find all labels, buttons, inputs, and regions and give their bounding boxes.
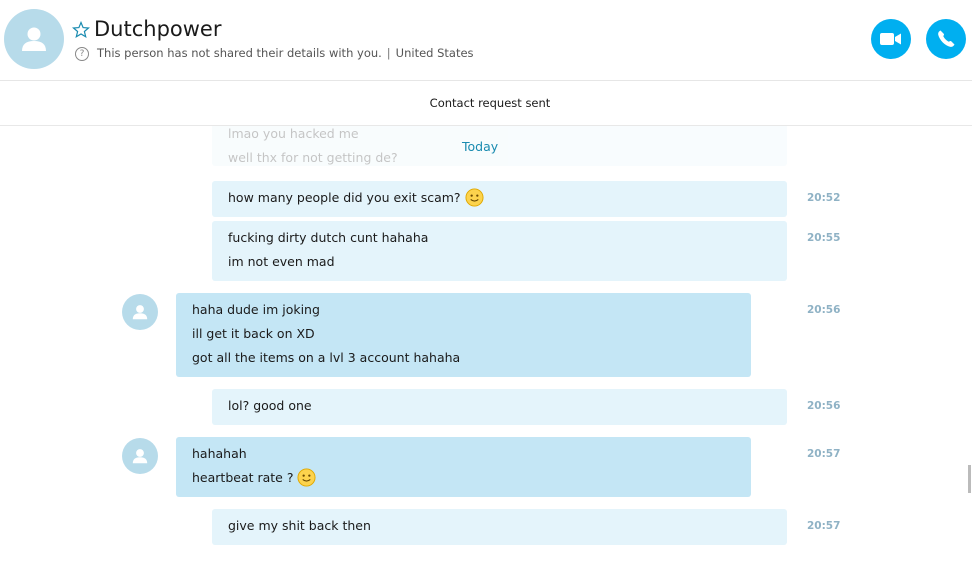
message-bubble[interactable]: lol? good one: [212, 389, 787, 425]
contact-request-notice: Contact request sent: [0, 81, 972, 126]
contact-avatar-small[interactable]: [122, 438, 158, 474]
message-text: haha dude im joking: [192, 302, 320, 317]
person-icon: [132, 305, 148, 320]
video-camera-icon: [880, 33, 901, 45]
message-time: 20:57: [807, 448, 841, 460]
conversation-header: Dutchpower ? This person has not shared …: [0, 0, 972, 81]
message-time: 20:55: [807, 232, 841, 244]
date-divider: Today: [462, 139, 499, 154]
help-icon[interactable]: ?: [75, 47, 89, 61]
person-icon: [132, 449, 148, 464]
message-bubble[interactable]: give my shit back then: [212, 509, 787, 545]
faded-line: well thx for not getting de?: [228, 150, 398, 165]
chat-history[interactable]: lmao you hacked me well thx for not gett…: [0, 126, 972, 586]
message-bubble[interactable]: haha dude im joking ill get it back on X…: [176, 293, 751, 377]
message-bubble[interactable]: fucking dirty dutch cunt hahaha im not e…: [212, 221, 787, 281]
faded-line: lmao you hacked me: [228, 126, 359, 141]
message-text: how many people did you exit scam?: [228, 190, 461, 205]
audio-call-button[interactable]: [926, 19, 966, 59]
message-text: fucking dirty dutch cunt hahaha: [228, 230, 429, 245]
message-bubble[interactable]: hahahah heartbeat rate ?: [176, 437, 751, 497]
message-text: ill get it back on XD: [192, 326, 315, 341]
message-text: got all the items on a lvl 3 account hah…: [192, 350, 461, 365]
message-text: give my shit back then: [228, 518, 371, 533]
favorite-star-icon[interactable]: [72, 21, 90, 39]
smile-emoji-icon: [465, 188, 484, 207]
smile-emoji-icon: [297, 468, 317, 487]
message-text: lol? good one: [228, 398, 312, 413]
message-text: hahahah: [192, 446, 247, 461]
video-call-button[interactable]: [871, 19, 911, 59]
message-time: 20:52: [807, 192, 841, 204]
message-text: im not even mad: [228, 254, 335, 269]
contact-avatar-small[interactable]: [122, 294, 158, 330]
person-icon: [22, 27, 46, 51]
message-bubble-faded: lmao you hacked me well thx for not gett…: [212, 126, 787, 166]
contact-subtitle: This person has not shared their details…: [97, 46, 474, 60]
message-time: 20:56: [807, 304, 841, 316]
message-bubble[interactable]: how many people did you exit scam?: [212, 181, 787, 217]
contact-location: United States: [395, 46, 474, 60]
separator: |: [386, 46, 391, 60]
contact-avatar[interactable]: [4, 9, 64, 69]
message-time: 20:56: [807, 400, 841, 412]
message-text: heartbeat rate ?: [192, 470, 294, 485]
privacy-note: This person has not shared their details…: [97, 46, 382, 60]
message-time: 20:57: [807, 520, 841, 532]
contact-name[interactable]: Dutchpower: [94, 17, 221, 41]
contact-request-text: Contact request sent: [429, 96, 551, 110]
phone-icon: [938, 30, 955, 47]
chat-scrollbar[interactable]: [968, 465, 971, 493]
